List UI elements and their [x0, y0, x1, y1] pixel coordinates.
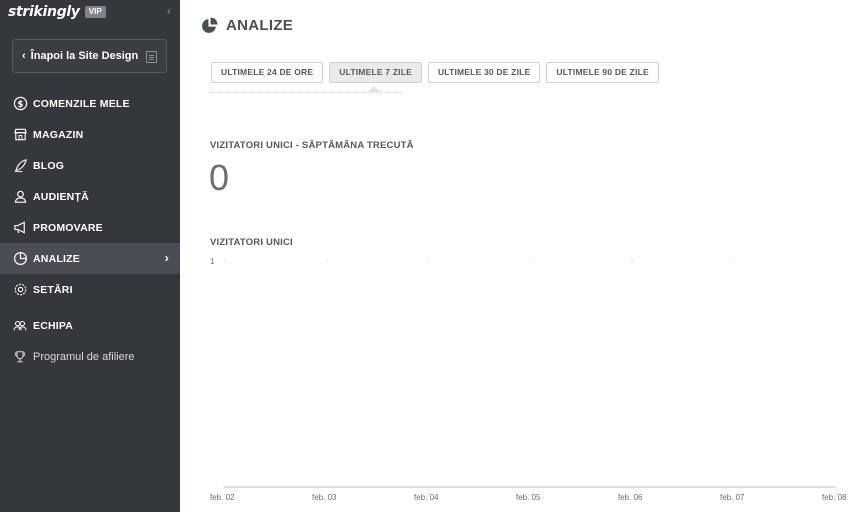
x-tick-label: feb. 06 [618, 493, 643, 502]
x-tick-label: feb. 05 [516, 493, 541, 502]
sidebar-item-echipa[interactable]: ECHIPA [0, 310, 180, 341]
data-point [732, 486, 734, 488]
sidebar-item-label: SETĂRI [33, 283, 73, 296]
y-tick-label: 1 [210, 257, 215, 266]
team-icon [12, 318, 28, 334]
sidebar-item-label: BLOG [33, 159, 65, 172]
sidebar-item-programul-de-afiliere[interactable]: Programul de afiliere [0, 341, 180, 372]
dollar-circle-icon: $ [12, 96, 28, 112]
pie-chart-icon [202, 17, 218, 33]
x-tick-label: feb. 02 [210, 493, 235, 502]
megaphone-icon [12, 220, 28, 236]
back-to-site-design-button[interactable]: ‹ Înapoi la Site Design [12, 39, 167, 73]
quill-icon [12, 158, 28, 174]
data-point [325, 486, 327, 488]
collapse-sidebar-icon[interactable]: ‹ [167, 4, 179, 18]
tabs-divider [209, 92, 403, 93]
sidebar-item-comenzile-mele[interactable]: $ COMENZILE MELE [0, 88, 180, 119]
data-point [223, 486, 225, 488]
sidebar-item-label: Programul de afiliere [33, 350, 135, 363]
svg-text:$: $ [17, 99, 23, 109]
sidebar-item-label: COMENZILE MELE [33, 97, 130, 110]
main-content: ANALIZE ULTIMELE 24 DE ORE ULTIMELE 7 ZI… [180, 0, 868, 512]
sidebar-item-analize[interactable]: ANALIZE › [0, 243, 180, 274]
back-button-label: Înapoi la Site Design [30, 50, 139, 62]
sidebar-nav: $ COMENZILE MELE MAGAZIN BLOG AUDIENȚĂ P… [0, 88, 180, 372]
sidebar-item-audienta[interactable]: AUDIENȚĂ [0, 181, 180, 212]
sidebar-item-label: ECHIPA [33, 319, 74, 332]
sidebar-item-setari[interactable]: SETĂRI [0, 274, 180, 305]
tab-last-7-days[interactable]: ULTIMELE 7 ZILE [329, 62, 422, 83]
store-icon [12, 127, 28, 143]
data-point [630, 486, 632, 488]
page-icon [146, 51, 157, 63]
date-range-tabs: ULTIMELE 24 DE ORE ULTIMELE 7 ZILE ULTIM… [211, 62, 665, 83]
active-tab-pointer [368, 86, 380, 92]
data-point [834, 486, 836, 488]
brand[interactable]: strikingly VIP [8, 3, 106, 21]
sidebar-item-label: PROMOVARE [33, 221, 103, 234]
page-title: ANALIZE [201, 17, 293, 34]
unique-visitors-chart: 1 feb. 02 feb. 03 feb. 04 feb. 05 feb. 06 feb.… [210, 257, 847, 502]
x-tick-label: feb. 08 [822, 493, 847, 502]
pie-chart-icon [12, 251, 28, 267]
x-tick-label: feb. 03 [312, 493, 337, 502]
sidebar-item-promovare[interactable]: PROMOVARE [0, 212, 180, 243]
weekly-visitors-label: VIZITATORI UNICI - SĂPTĂMÂNA TRECUTĂ [210, 140, 414, 151]
page-title-text: ANALIZE [226, 17, 294, 34]
sidebar-item-label: AUDIENȚĂ [33, 190, 89, 203]
gear-icon [12, 282, 28, 298]
chevron-right-icon: › [164, 251, 169, 265]
tab-last-24-hours[interactable]: ULTIMELE 24 DE ORE [211, 62, 324, 83]
data-point [528, 486, 531, 488]
tab-last-30-days[interactable]: ULTIMELE 30 DE ZILE [427, 62, 541, 83]
sidebar-item-label: ANALIZE [33, 252, 80, 265]
data-point [427, 486, 429, 488]
x-tick-label: feb. 04 [414, 493, 439, 502]
audience-icon [12, 189, 28, 205]
sidebar-item-label: MAGAZIN [33, 128, 84, 141]
tab-last-90-days[interactable]: ULTIMELE 90 DE ZILE [546, 62, 659, 83]
weekly-visitors-value: 0 [209, 157, 230, 198]
chevron-left-icon: ‹ [22, 50, 26, 62]
strikingly-logo: strikingly [8, 4, 80, 20]
sidebar: strikingly VIP ‹ ‹ Înapoi la Site Design… [0, 0, 180, 512]
vip-badge: VIP [84, 6, 106, 18]
sidebar-item-magazin[interactable]: MAGAZIN [0, 119, 180, 150]
unique-visitors-label: VIZITATORI UNICI [210, 237, 293, 248]
sidebar-item-blog[interactable]: BLOG [0, 150, 180, 181]
x-tick-label: feb. 07 [720, 493, 745, 502]
trophy-icon [12, 349, 28, 365]
